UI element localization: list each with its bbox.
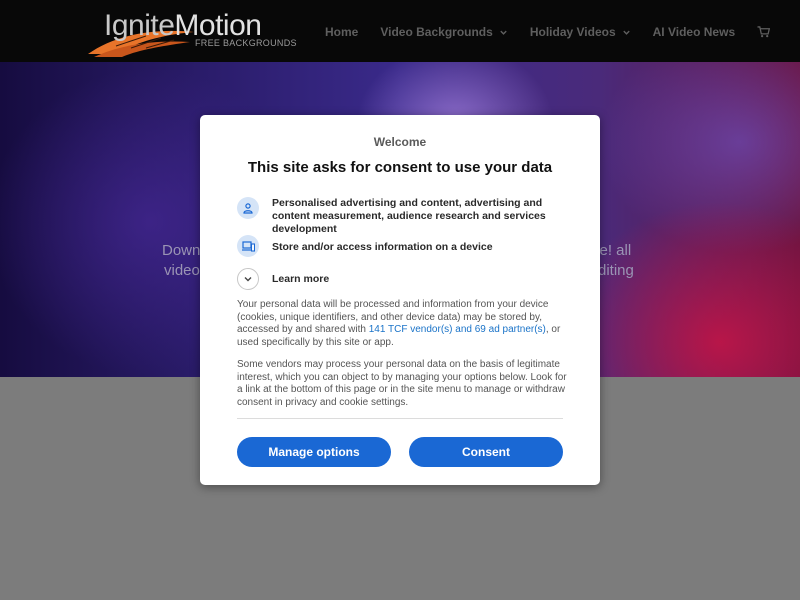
hero-text-right-line2: diting [598,262,634,279]
logo-tagline: FREE BACKGROUNDS [195,38,297,48]
hero-text-left-line2: video [164,262,200,279]
dialog-divider [237,418,563,419]
dialog-title: This site asks for consent to use your d… [247,159,553,176]
main-nav: Home Video Backgrounds Holiday Videos AI… [325,24,771,40]
chevron-down-icon [622,30,630,35]
consent-button[interactable]: Consent [409,437,563,467]
dialog-welcome: Welcome [373,135,427,149]
devices-icon [237,235,259,257]
logo-name-part1: Ignite [104,9,175,42]
consent-dialog: Welcome This site asks for consent to us… [200,115,600,485]
chevron-down-icon [500,30,507,35]
consent-paragraph-2: Some vendors may process your personal d… [237,359,567,408]
expand-learn-more[interactable] [237,268,259,290]
vendors-link[interactable]: 141 TCF vendor(s) and 69 ad partner(s) [369,324,546,335]
site-header: IgniteMotion FREE BACKGROUNDS Home Video… [0,0,800,62]
hero-text-left-line1: Downl [162,242,204,259]
nav-item-label: Home [325,25,359,39]
nav-item-holiday-videos[interactable]: Holiday Videos [530,25,631,39]
nav-item-label: Holiday Videos [529,25,616,39]
nav-item-label: AI Video News [652,25,736,39]
learn-more-link[interactable]: Learn more [272,273,329,286]
site-logo[interactable]: IgniteMotion FREE BACKGROUNDS [86,6,297,57]
nav-item-ai-video-news[interactable]: AI Video News [653,25,735,39]
manage-options-button[interactable]: Manage options [237,437,391,467]
nav-item-video-backgrounds[interactable]: Video Backgrounds [380,25,507,39]
nav-item-home[interactable]: Home [325,25,358,39]
consent-paragraph-1: Your personal data will be processed and… [237,299,567,349]
purpose-store-access: Store and/or access information on a dev… [272,241,493,253]
shopping-cart-icon[interactable] [757,26,771,38]
nav-item-label: Video Backgrounds [380,25,493,39]
purpose-personalised-ads: Personalised advertising and content, ad… [272,197,546,235]
person-icon [237,197,259,219]
chevron-down-icon [244,277,252,282]
